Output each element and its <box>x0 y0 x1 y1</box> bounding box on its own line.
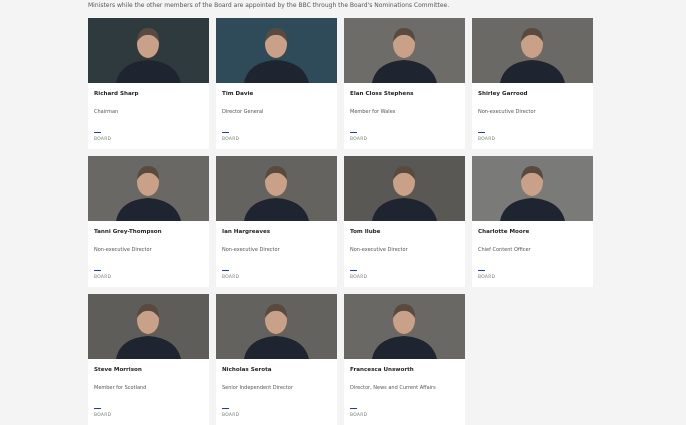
board-members-grid: Richard Sharp Chairman BOARD Tim Davie D… <box>88 18 593 425</box>
member-role: Non-executive Director <box>350 247 408 253</box>
member-photo <box>88 294 209 359</box>
member-tag: BOARD <box>222 137 240 142</box>
portrait-image <box>344 156 465 221</box>
member-tag: BOARD <box>222 413 240 418</box>
member-photo <box>88 156 209 221</box>
member-name: Charlotte Moore <box>478 229 530 235</box>
member-photo <box>472 18 593 83</box>
member-card[interactable]: Tom Ilube Non-executive Director BOARD <box>344 156 465 287</box>
member-photo <box>88 18 209 83</box>
member-card[interactable]: Francesca Unsworth Director, News and Cu… <box>344 294 465 425</box>
portrait-image <box>88 294 209 359</box>
portrait-image <box>472 18 593 83</box>
member-role: Senior Independent Director <box>222 385 293 391</box>
accent-rule <box>222 408 229 409</box>
accent-rule <box>94 408 101 409</box>
member-photo <box>344 18 465 83</box>
member-role: Director General <box>222 109 264 115</box>
portrait-image <box>344 18 465 83</box>
member-name: Ian Hargreaves <box>222 229 271 235</box>
member-tag: BOARD <box>94 275 112 280</box>
accent-rule <box>350 270 357 271</box>
portrait-image <box>472 156 593 221</box>
accent-rule <box>350 132 357 133</box>
member-name: Steve Morrison <box>94 367 142 373</box>
member-photo <box>344 156 465 221</box>
member-card[interactable]: Charlotte Moore Chief Content Officer BO… <box>472 156 593 287</box>
member-card[interactable]: Nicholas Serota Senior Independent Direc… <box>216 294 337 425</box>
member-card[interactable]: Richard Sharp Chairman BOARD <box>88 18 209 149</box>
member-role: Non-executive Director <box>222 247 280 253</box>
member-name: Elan Closs Stephens <box>350 91 414 97</box>
member-role: Director, News and Current Affairs <box>350 385 436 391</box>
member-tag: BOARD <box>350 275 368 280</box>
member-name: Nicholas Serota <box>222 367 272 373</box>
member-tag: BOARD <box>350 137 368 142</box>
member-name: Tom Ilube <box>350 229 381 235</box>
member-name: Richard Sharp <box>94 91 139 97</box>
portrait-image <box>88 18 209 83</box>
member-photo <box>216 294 337 359</box>
portrait-image <box>88 156 209 221</box>
member-role: Chief Content Officer <box>478 247 531 253</box>
portrait-image <box>216 294 337 359</box>
member-card[interactable]: Ian Hargreaves Non-executive Director BO… <box>216 156 337 287</box>
accent-rule <box>94 270 101 271</box>
member-card[interactable]: Shirley Garrood Non-executive Director B… <box>472 18 593 149</box>
member-tag: BOARD <box>350 413 368 418</box>
member-photo <box>472 156 593 221</box>
member-role: Member for Scotland <box>94 385 147 391</box>
member-role: Chairman <box>94 109 119 115</box>
intro-text: Ministers while the other members of the… <box>88 2 450 9</box>
member-name: Francesca Unsworth <box>350 367 414 373</box>
accent-rule <box>350 408 357 409</box>
member-card[interactable]: Tim Davie Director General BOARD <box>216 18 337 149</box>
portrait-image <box>344 294 465 359</box>
member-role: Non-executive Director <box>478 109 536 115</box>
portrait-image <box>216 156 337 221</box>
member-photo <box>216 156 337 221</box>
member-tag: BOARD <box>94 137 112 142</box>
member-photo <box>216 18 337 83</box>
member-card[interactable]: Steve Morrison Member for Scotland BOARD <box>88 294 209 425</box>
member-role: Non-executive Director <box>94 247 152 253</box>
member-tag: BOARD <box>478 275 496 280</box>
accent-rule <box>94 132 101 133</box>
member-role: Member for Wales <box>350 109 396 115</box>
member-tag: BOARD <box>222 275 240 280</box>
member-photo <box>344 294 465 359</box>
member-tag: BOARD <box>478 137 496 142</box>
member-card[interactable]: Elan Closs Stephens Member for Wales BOA… <box>344 18 465 149</box>
accent-rule <box>478 132 485 133</box>
accent-rule <box>222 270 229 271</box>
member-name: Shirley Garrood <box>478 91 528 97</box>
member-name: Tanni Grey-Thompson <box>94 229 162 235</box>
accent-rule <box>478 270 485 271</box>
member-name: Tim Davie <box>222 91 254 97</box>
portrait-image <box>216 18 337 83</box>
accent-rule <box>222 132 229 133</box>
member-tag: BOARD <box>94 413 112 418</box>
member-card[interactable]: Tanni Grey-Thompson Non-executive Direct… <box>88 156 209 287</box>
